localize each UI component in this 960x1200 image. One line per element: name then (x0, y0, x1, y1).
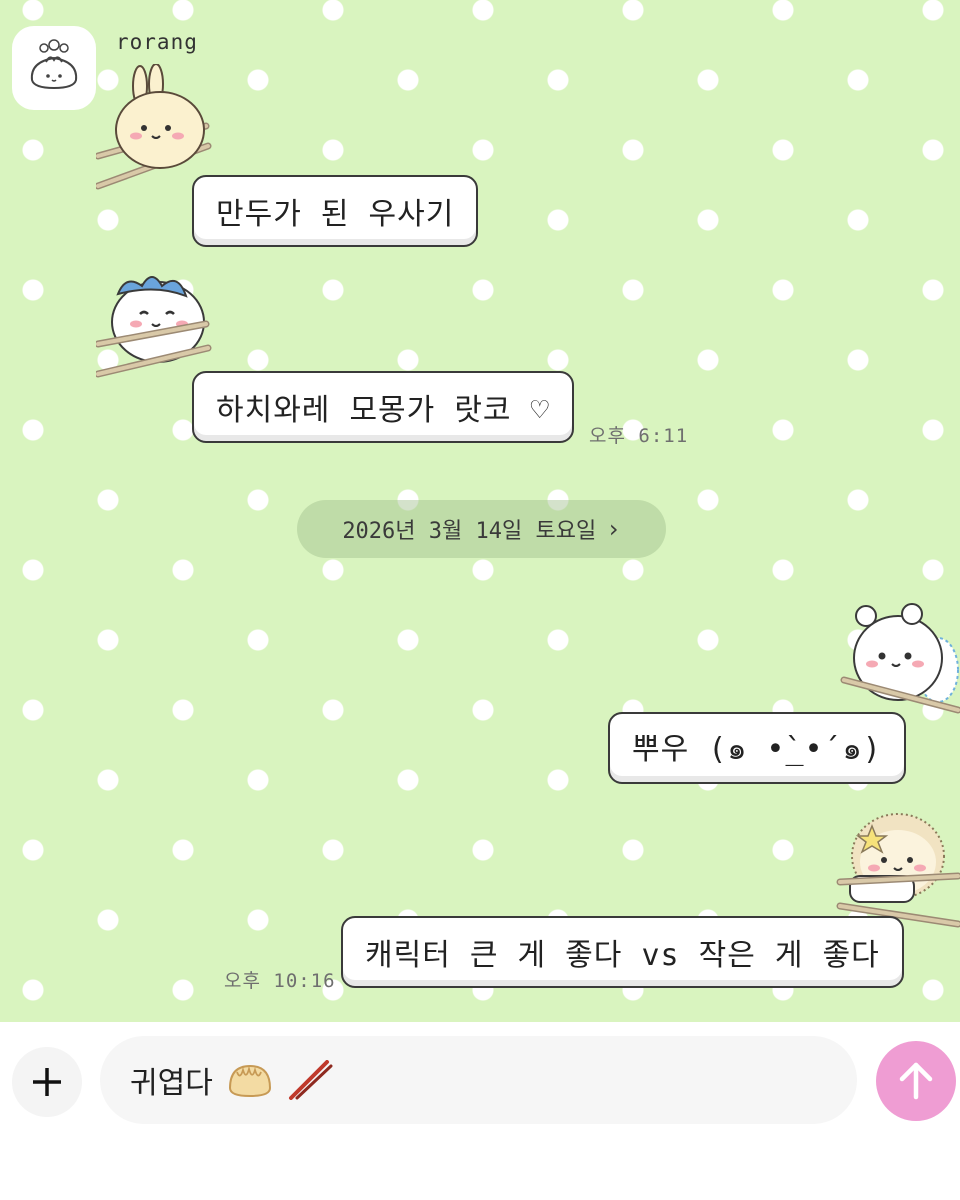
send-button[interactable] (876, 1041, 956, 1121)
message-bubble[interactable]: 만두가 된 우사기 (192, 175, 479, 247)
message-bubble[interactable]: 캐릭터 큰 게 좋다 vs 작은 게 좋다 (341, 916, 904, 988)
sender-name: rorang (116, 30, 198, 54)
message-input-value: 귀엽다 (130, 1066, 213, 1101)
plus-icon (33, 1068, 61, 1096)
chat-area[interactable]: rorang 만두가 된 우사기 하치와레 모몽가 랏코 ♡ 오후 6:11 2… (0, 0, 960, 1022)
message-time: 오후 10:16 (224, 970, 336, 992)
message-input[interactable]: 귀엽다 (100, 1036, 857, 1124)
date-divider[interactable]: 2026년 3월 14일 토요일 › (297, 500, 666, 558)
sender-avatar[interactable] (12, 26, 96, 110)
arrow-up-icon (899, 1062, 933, 1100)
date-divider-label: 2026년 3월 14일 토요일 (342, 519, 597, 544)
rakko-sticker-icon (836, 813, 960, 928)
dumpling-icon (228, 1064, 271, 1098)
chopsticks-icon (288, 1060, 333, 1100)
momonga-sticker-icon (840, 603, 960, 714)
message-bubble[interactable]: 하치와레 모몽가 랏코 ♡ (192, 371, 574, 443)
usagi-sticker-icon (96, 64, 212, 190)
hachiware-sticker-icon (96, 276, 212, 378)
message-time: 오후 6:11 (589, 425, 689, 447)
chevron-right-icon: › (606, 515, 621, 543)
message-bubble[interactable]: 뿌우 (๑ •̀_•́ ๑) (608, 712, 906, 784)
dumpling-avatar-icon (30, 39, 78, 90)
add-attachment-button[interactable] (12, 1047, 82, 1117)
